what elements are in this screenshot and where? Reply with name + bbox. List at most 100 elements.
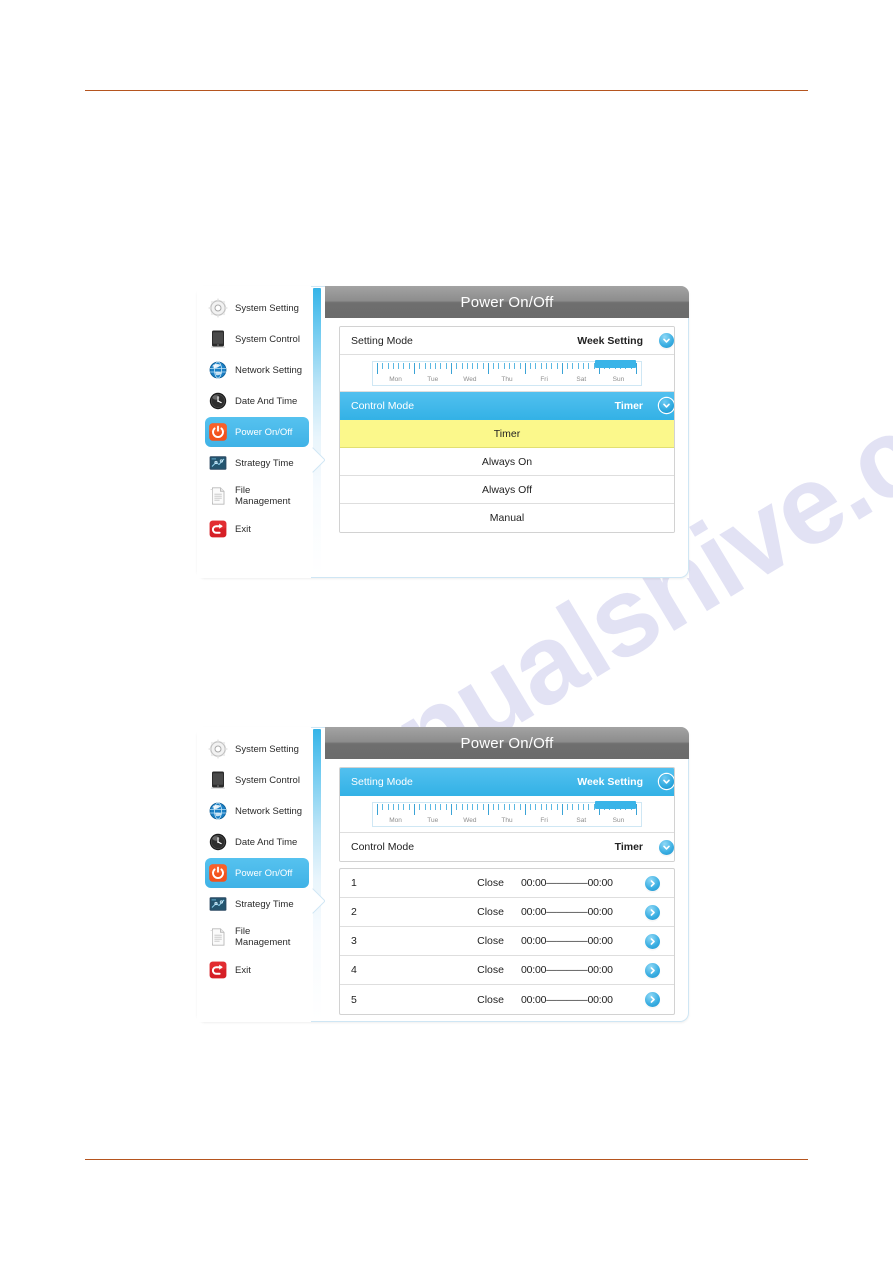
page-top-rule [85, 90, 808, 91]
chevron-right-icon[interactable] [645, 904, 660, 920]
row-setting-mode-two[interactable]: Setting Mode Week Setting [340, 768, 674, 796]
chevron-right-icon[interactable] [645, 875, 660, 891]
ruler-thumb-one[interactable] [595, 359, 636, 368]
ruler-day-labels-one: Mon Tue Wed Thu Fri Sat Sun [377, 376, 637, 383]
timer-row[interactable]: 2 Close 00:00————00:00 [340, 898, 674, 927]
ruler-tick [577, 803, 579, 810]
sidebar-item-label: File Management [235, 926, 291, 948]
week-ruler-one[interactable]: Mon Tue Wed Thu Fri Sat Sun [372, 359, 642, 386]
gear-icon [208, 739, 228, 759]
sidebar-item-system-setting[interactable]: System Setting [205, 734, 309, 764]
ruler-tick [445, 803, 447, 810]
sidebar-item-file-management[interactable]: File Management [205, 479, 309, 513]
sidebar-item-power-on-off[interactable]: Power On/Off [205, 417, 309, 447]
chevron-down-icon[interactable] [659, 774, 674, 789]
ruler-tick [582, 362, 584, 369]
sidebar-item-date-and-time[interactable]: Date And Time [205, 827, 309, 857]
setting-mode-value: Week Setting [577, 334, 643, 347]
sidebar-item-power-on-off[interactable]: Power On/Off [205, 858, 309, 888]
chevron-down-icon[interactable] [659, 398, 674, 413]
ruler-tick [588, 362, 590, 369]
chevron-down-icon[interactable] [659, 839, 674, 855]
sidebar-item-exit[interactable]: Exit [205, 955, 309, 985]
ruler-day-label: Mon [389, 816, 402, 824]
sidebar-item-strategy-time[interactable]: Strategy Time [205, 889, 309, 919]
ruler-tick [413, 803, 415, 815]
dropdown-option-always-on[interactable]: Always On [340, 448, 674, 476]
ruler-tick [482, 362, 484, 369]
timer-row[interactable]: 1 Close 00:00————00:00 [340, 869, 674, 898]
timer-row[interactable]: 4 Close 00:00————00:00 [340, 956, 674, 985]
dropdown-option-label: Manual [489, 512, 525, 524]
ruler-day-label: Mon [389, 375, 402, 383]
ruler-tick [377, 362, 378, 374]
clock-icon [208, 832, 228, 852]
ruler-tick [456, 803, 458, 810]
chevron-right-icon[interactable] [645, 992, 660, 1007]
sidebar-item-file-management[interactable]: File Management [205, 920, 309, 954]
ruler-thumb-two[interactable] [595, 800, 636, 809]
week-ruler-row-one[interactable]: Mon Tue Wed Thu Fri Sat Sun [340, 355, 674, 392]
ruler-tick [440, 362, 442, 369]
ruler-tick [572, 362, 574, 369]
ruler-tick [398, 803, 400, 810]
ruler-tick [387, 362, 389, 369]
timer-row[interactable]: 5 Close 00:00————00:00 [340, 985, 674, 1014]
timer-index: 5 [351, 993, 357, 1006]
timer-range: 00:00————00:00 [521, 877, 613, 889]
dropdown-option-timer[interactable]: Timer [340, 420, 674, 448]
chevron-right-icon[interactable] [645, 933, 660, 949]
sidebar-item-network-setting[interactable]: Network Setting [205, 796, 309, 826]
control-mode-dropdown: Timer Always On Always Off Manual [340, 420, 674, 532]
sidebar-item-system-control[interactable]: System Control [205, 324, 309, 354]
sidebar-item-date-and-time[interactable]: Date And Time [205, 386, 309, 416]
ruler-tick [567, 362, 569, 369]
week-ruler-row-two[interactable]: Mon Tue Wed Thu Fri Sat Sun [340, 796, 674, 833]
sidebar-item-system-setting[interactable]: System Setting [205, 293, 309, 323]
dropdown-option-manual[interactable]: Manual [340, 504, 674, 532]
sidebar-item-exit[interactable]: Exit [205, 514, 309, 544]
ruler-tick [477, 362, 479, 369]
ruler-tick [387, 803, 389, 810]
sidebar-item-strategy-time[interactable]: Strategy Time [205, 448, 309, 478]
ruler-tick [382, 803, 384, 810]
timer-range: 00:00————00:00 [521, 906, 613, 918]
row-control-mode-two[interactable]: Control Mode Timer [340, 833, 674, 861]
timer-row[interactable]: 3 Close 00:00————00:00 [340, 927, 674, 956]
ruler-day-label: Tue [427, 375, 439, 383]
chevron-down-icon[interactable] [659, 333, 674, 348]
ruler-tick [424, 362, 426, 369]
clock-icon [208, 391, 228, 411]
sidebar-item-label: Strategy Time [235, 898, 294, 910]
document-icon [208, 486, 228, 506]
sidebar-divider-two [311, 727, 325, 1022]
ruler-tick [546, 362, 547, 369]
ruler-tick [572, 803, 574, 810]
week-ruler-two[interactable]: Mon Tue Wed Thu Fri Sat Sun [372, 800, 642, 827]
gear-icon [208, 298, 228, 318]
ruler-tick [635, 362, 637, 374]
setting-mode-label: Setting Mode [351, 334, 413, 347]
dropdown-option-label: Always Off [482, 483, 532, 496]
sidebar-one: System Setting System Control Network Sett… [197, 286, 311, 578]
dropdown-option-label: Timer [493, 427, 521, 440]
timer-range: 00:00————00:00 [521, 964, 613, 976]
panel-body-two: Setting Mode Week Setting Mon Tue Wed Thu Fr… [325, 759, 689, 1015]
row-setting-mode-one[interactable]: Setting Mode Week Setting [340, 327, 674, 355]
chevron-right-icon[interactable] [645, 962, 660, 978]
ruler-tick [551, 803, 553, 810]
ruler-tick [498, 362, 500, 369]
dropdown-option-always-off[interactable]: Always Off [340, 476, 674, 504]
sidebar-item-network-setting[interactable]: Network Setting [205, 355, 309, 385]
sidebar-item-system-control[interactable]: System Control [205, 765, 309, 795]
timer-index: 2 [351, 906, 357, 918]
ruler-day-label: Thu [501, 816, 513, 824]
timer-list: 1 Close 00:00————00:00 2 Close 00:00————00:00… [339, 868, 675, 1015]
ruler-tick [530, 803, 532, 810]
sidebar-item-label: Exit [235, 964, 251, 976]
ruler-tick [551, 362, 553, 369]
ruler-tick [546, 803, 547, 810]
row-control-mode-one[interactable]: Control Mode Timer [340, 392, 674, 420]
ruler-day-label: Sat [576, 375, 587, 383]
timer-state: Close [477, 877, 504, 889]
